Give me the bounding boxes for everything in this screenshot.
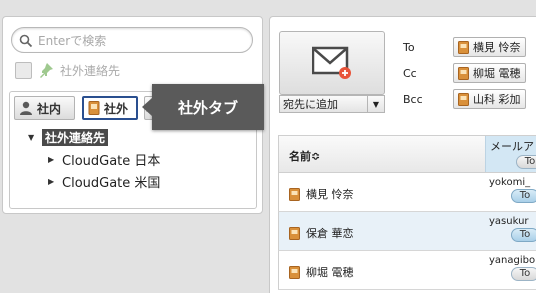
column-header-mail[interactable]: メールア To <box>485 136 536 172</box>
external-contacts-filter: 社外連絡先 <box>15 61 120 79</box>
tab-external-label: 社外 <box>104 101 129 116</box>
bcc-row: Bcc 山科 彩加 <box>403 89 526 109</box>
triangle-down-icon[interactable]: ▼ <box>28 133 42 142</box>
table-row[interactable]: 柳堀 電穂 yanagibo To <box>278 251 536 290</box>
triangle-right-icon[interactable]: ▶ <box>48 177 62 186</box>
triangle-right-icon[interactable]: ▶ <box>48 155 62 164</box>
contact-name: 柳堀 電穂 <box>289 264 354 280</box>
external-contacts-label: 社外連絡先 <box>60 63 121 78</box>
contact-mail: yasukur To <box>489 216 536 242</box>
recipient-chip[interactable]: 横見 怜奈 <box>453 37 526 57</box>
tab-internal-label: 社内 <box>37 101 62 116</box>
tree-node-cloudgate-japan[interactable]: ▶ CloudGate 日本 <box>10 148 256 170</box>
envelope-icon <box>312 46 351 79</box>
to-button[interactable]: To <box>511 228 536 242</box>
cc-row: Cc 柳堀 電穂 <box>403 63 526 83</box>
address-book-icon <box>458 92 469 106</box>
triangle-down-icon[interactable]: ▼ <box>367 96 384 112</box>
contact-name: 横見 怜奈 <box>289 186 354 202</box>
recipient-chip[interactable]: 山科 彩加 <box>453 89 526 109</box>
tree-child-label: CloudGate 米国 <box>62 175 161 191</box>
table-row[interactable]: 保倉 華恋 yasukur To <box>278 212 536 251</box>
column-header-name[interactable]: 名前≎ <box>289 148 320 164</box>
add-to-select[interactable]: 宛先に追加 ▼ <box>279 95 385 113</box>
pin-icon <box>40 63 53 78</box>
to-row: To 横見 怜奈 <box>403 37 526 57</box>
recipient-name: 山科 彩加 <box>473 93 521 106</box>
address-book-icon <box>458 66 469 80</box>
to-button[interactable]: To <box>511 189 536 203</box>
tree-root-label: 社外連絡先 <box>42 128 109 146</box>
address-book-icon <box>458 40 469 54</box>
address-book-icon <box>88 101 100 115</box>
contact-mail: yokomi_ To <box>489 177 536 203</box>
contact-name-text: 保倉 華恋 <box>306 227 354 240</box>
address-book-icon <box>289 187 300 201</box>
contacts-tree: ▼ 社外連絡先 ▶ CloudGate 日本 ▶ CloudGate 米国 <box>10 126 256 192</box>
compose-panel: 宛先に追加 ▼ To 横見 怜奈 Cc 柳堀 電穂 Bcc 山科 彩加 名前≎ … <box>269 16 536 293</box>
tab-external[interactable]: 社外 <box>82 96 138 120</box>
bcc-label: Bcc <box>403 92 423 106</box>
contact-name-text: 横見 怜奈 <box>306 188 354 201</box>
external-contacts-checkbox[interactable] <box>15 61 32 79</box>
add-recipient-button[interactable] <box>279 31 385 95</box>
cc-label: Cc <box>403 66 417 80</box>
column-header-mail-label: メールア <box>490 140 534 153</box>
address-book-icon <box>289 265 300 279</box>
recipient-name: 横見 怜奈 <box>473 41 521 54</box>
table-row[interactable]: 横見 怜奈 yokomi_ To <box>278 173 536 212</box>
search-input[interactable] <box>38 31 238 50</box>
tooltip: 社外タブ <box>142 84 264 130</box>
search-box[interactable] <box>11 27 253 53</box>
contacts-table: 名前≎ メールア To 横見 怜奈 yokomi_ To 保倉 華恋 yasuk… <box>278 135 536 290</box>
contact-mail-text: yokomi_ <box>489 177 531 188</box>
person-icon <box>20 101 32 115</box>
contact-mail: yanagibo To <box>489 255 536 281</box>
contact-name: 保倉 華恋 <box>289 225 354 241</box>
contact-mail-text: yasukur <box>489 216 529 227</box>
tree-node-cloudgate-us[interactable]: ▶ CloudGate 米国 <box>10 170 256 192</box>
tab-internal[interactable]: 社内 <box>14 96 75 120</box>
address-book-icon <box>289 226 300 240</box>
tree-child-label: CloudGate 日本 <box>62 153 161 169</box>
contact-mail-text: yanagibo <box>489 255 536 266</box>
to-button[interactable]: To <box>511 267 536 281</box>
to-label: To <box>403 40 415 54</box>
table-header: 名前≎ メールア To <box>278 135 536 173</box>
recipient-chip[interactable]: 柳堀 電穂 <box>453 63 526 83</box>
search-icon <box>19 34 33 48</box>
contact-name-text: 柳堀 電穂 <box>306 266 354 279</box>
recipient-name: 柳堀 電穂 <box>473 67 521 80</box>
add-to-select-value: 宛先に追加 <box>283 98 338 111</box>
to-all-button[interactable]: To <box>516 155 536 169</box>
